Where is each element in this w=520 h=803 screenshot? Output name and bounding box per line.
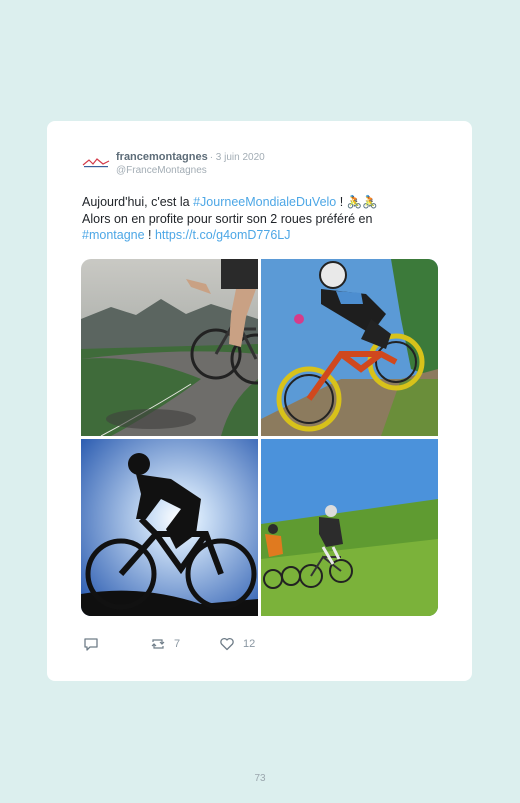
reply-action[interactable] [83, 636, 107, 652]
avatar[interactable] [81, 151, 111, 175]
tweet-link[interactable]: https://t.co/g4omD776LJ [155, 228, 291, 242]
reply-icon [84, 638, 98, 651]
like-action[interactable]: 12 [219, 636, 255, 652]
retweet-action[interactable]: 7 [150, 636, 180, 652]
tweet-text-emoji: ! 🚴🚴 [336, 195, 378, 209]
tweet-date[interactable]: · 3 juin 2020 [210, 152, 265, 163]
downhill-mountain-biker-photo[interactable] [261, 259, 438, 436]
hashtag-journee-mondiale[interactable]: #JourneeMondialeDuVelo [193, 195, 336, 209]
tweet-text: Aujourd'hui, c'est la #JourneeMondialeDu… [82, 194, 442, 244]
tweet-text-intro: Aujourd'hui, c'est la [82, 195, 194, 209]
tweet-actions: 7 12 [83, 636, 283, 656]
tweet-card: francemontagnes · 3 juin 2020 @FranceMont… [47, 121, 472, 681]
heart-icon [220, 637, 234, 651]
user-handle[interactable]: @FranceMontagnes [116, 165, 207, 176]
cyclists-grassy-slope-photo[interactable] [261, 439, 438, 616]
media-grid [81, 259, 438, 616]
hashtag-montagne[interactable]: #montagne [82, 228, 145, 242]
tweet-header: francemontagnes · 3 juin 2020 [116, 151, 265, 163]
tweet-text-separator: ! [144, 228, 155, 242]
tweet-text-line2: Alors on en profite pour sortir son 2 ro… [82, 211, 373, 226]
username[interactable]: francemontagnes [116, 151, 208, 163]
france-montagnes-logo-icon [82, 158, 110, 168]
like-count: 12 [243, 638, 256, 650]
retweet-count: 7 [174, 638, 181, 650]
road-cyclist-mountain-photo[interactable] [81, 259, 258, 436]
retweet-icon [151, 639, 165, 649]
page-number: 73 [254, 773, 266, 784]
silhouette-cyclist-photo[interactable] [81, 439, 258, 616]
